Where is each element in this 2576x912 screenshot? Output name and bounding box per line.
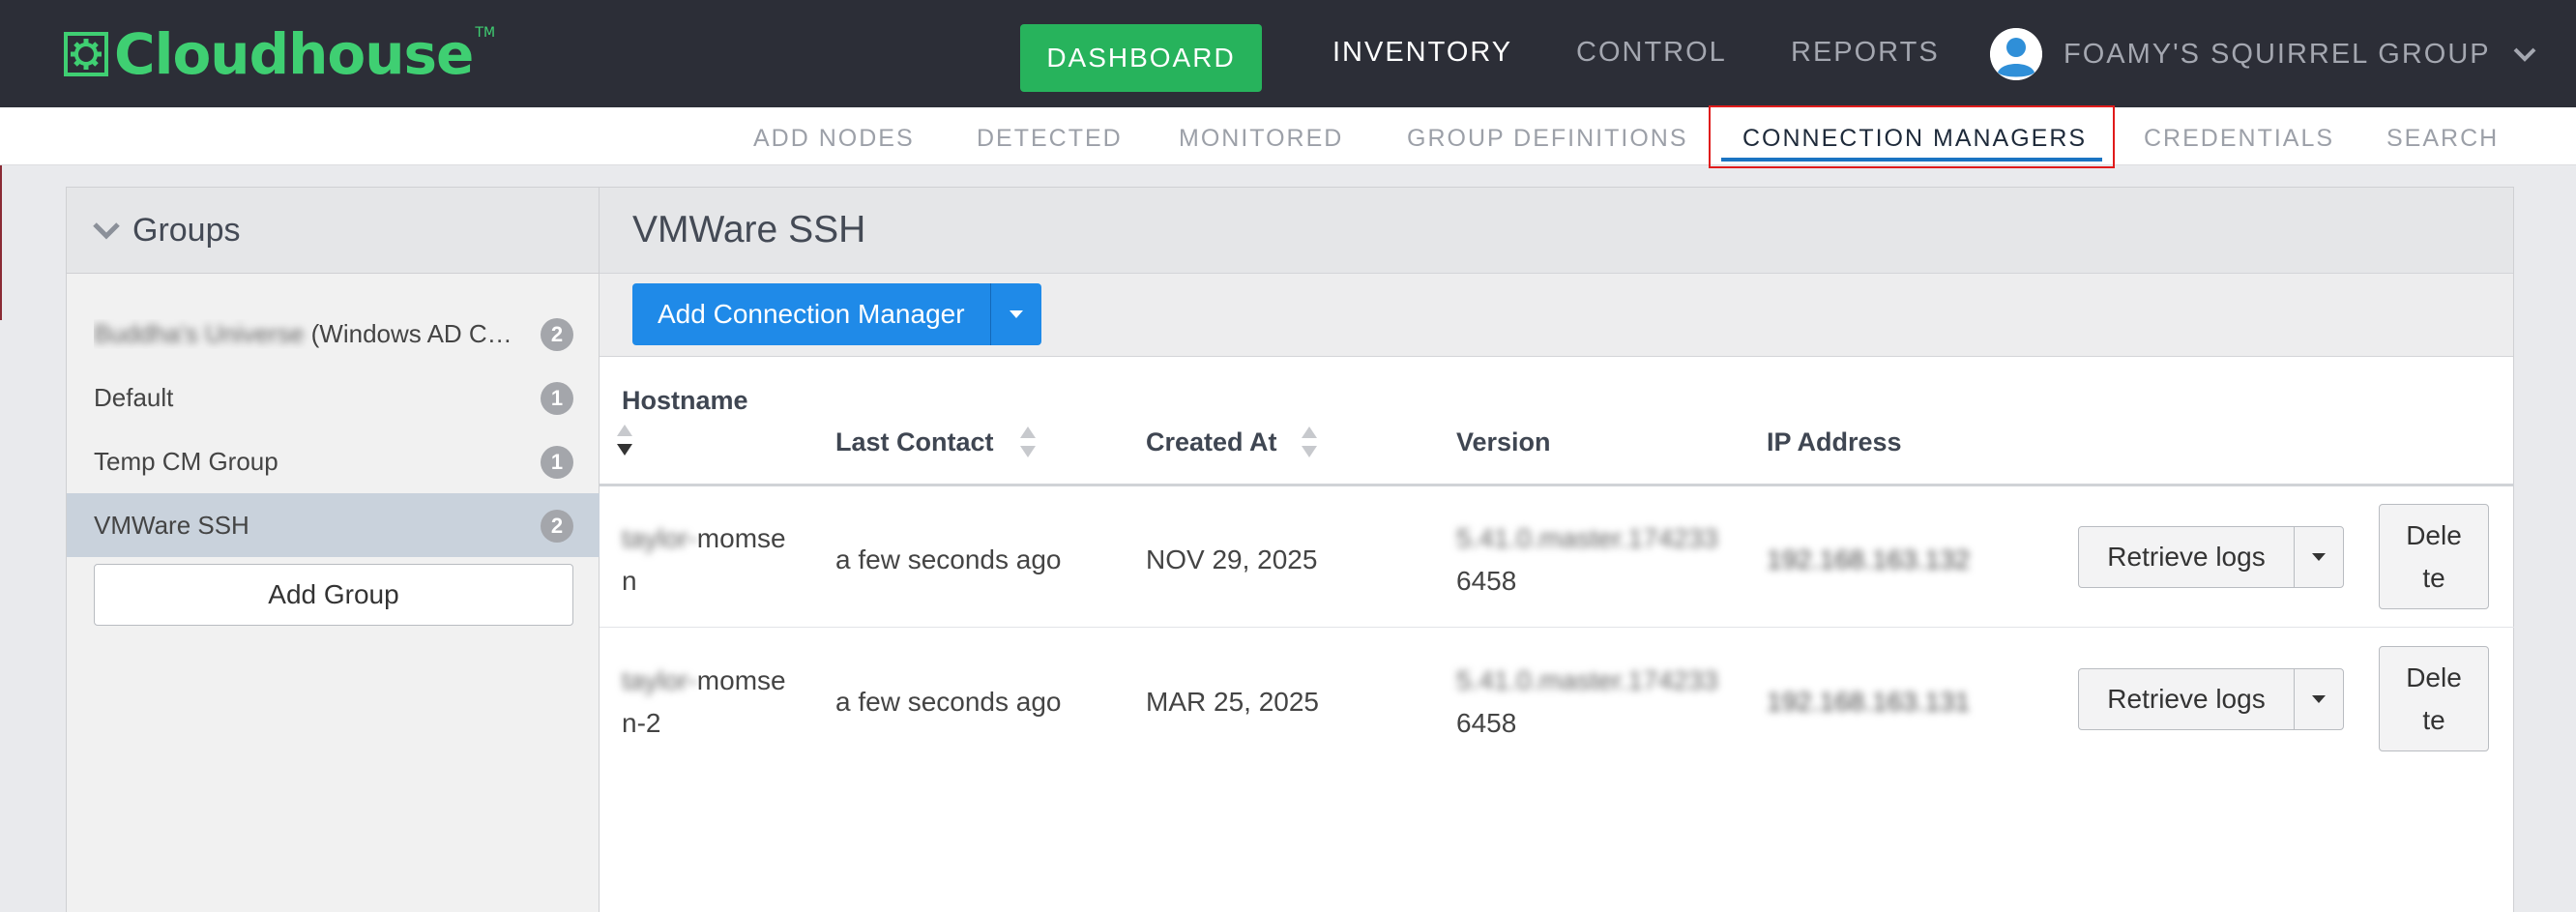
delete-button[interactable]: Dele te — [2379, 646, 2489, 751]
col-hostname[interactable]: Hostname — [622, 386, 748, 416]
col-created-at[interactable]: Created At — [1146, 427, 1277, 457]
sort-desc-icon[interactable] — [616, 423, 633, 461]
subnav-detected[interactable]: DETECTED — [977, 125, 1123, 153]
group-name: Temp CM Group — [94, 447, 278, 476]
group-item[interactable]: Default 1 — [67, 366, 600, 429]
retrieve-logs-button[interactable]: Retrieve logs — [2079, 527, 2295, 587]
table-header-divider — [600, 484, 2514, 486]
cell-hostname: taylor-momse n — [622, 523, 786, 596]
sub-navbar: ADD NODES DETECTED MONITORED GROUP DEFIN… — [0, 107, 2576, 165]
group-count-badge: 2 — [541, 510, 573, 543]
group-count-badge: 1 — [541, 382, 573, 415]
cell-hostname: taylor-momse n-2 — [622, 665, 786, 738]
caret-down-icon[interactable] — [2295, 669, 2343, 729]
cell-last-contact: a few seconds ago — [835, 544, 1062, 574]
col-version: Version — [1456, 427, 1551, 456]
subnav-monitored[interactable]: MONITORED — [1179, 125, 1343, 153]
top-navbar: Cloudhouse TM DASHBOARD INVENTORY CONTRO… — [0, 0, 2576, 108]
groups-title: Groups — [132, 211, 241, 249]
panel-title: VMWare SSH — [632, 209, 866, 250]
delete-button[interactable]: Dele te — [2379, 504, 2489, 609]
nav-control[interactable]: CONTROL — [1576, 37, 1727, 69]
cell-ip-address: 192.168.163.131 — [1767, 687, 1971, 717]
sort-icon[interactable] — [1301, 425, 1318, 463]
chevron-down-icon — [93, 222, 120, 240]
group-name: Default — [94, 383, 174, 412]
cell-created-at: MAR 25, 2025 — [1146, 687, 1319, 717]
cell-last-contact: a few seconds ago — [835, 687, 1062, 717]
groups-header[interactable]: Groups — [67, 188, 599, 274]
group-count-badge: 2 — [541, 318, 573, 351]
col-last-contact[interactable]: Last Contact — [835, 427, 994, 457]
connection-managers-panel: VMWare SSH Add Connection Manager Hostna… — [600, 187, 2514, 912]
col-ip-address: IP Address — [1767, 427, 1902, 456]
user-group-name: FOAMY'S SQUIRREL GROUP — [2064, 38, 2491, 70]
caret-down-icon[interactable] — [2295, 527, 2343, 587]
retrieve-logs-button[interactable]: Retrieve logs — [2079, 669, 2295, 729]
subnav-credentials[interactable]: CREDENTIALS — [2144, 125, 2334, 153]
row-divider — [600, 627, 2514, 628]
cell-version: 5.41.0.master.174233 6458 — [1456, 523, 1718, 596]
retrieve-logs-split-button[interactable]: Retrieve logs — [2078, 526, 2344, 588]
panel-header: VMWare SSH — [600, 188, 2513, 274]
group-item[interactable]: Buddha's Universe (Windows AD C… 2 — [67, 302, 600, 366]
cell-version: 5.41.0.master.174233 6458 — [1456, 665, 1718, 738]
cell-created-at: NOV 29, 2025 — [1146, 544, 1318, 574]
group-name: VMWare SSH — [94, 511, 249, 540]
brand-name: Cloudhouse — [114, 21, 474, 87]
chevron-down-icon — [2513, 47, 2536, 62]
gear-logo-icon — [64, 32, 108, 76]
groups-panel: Groups Buddha's Universe (Windows AD C… … — [66, 187, 600, 912]
nav-dashboard-button[interactable]: DASHBOARD — [1020, 24, 1262, 92]
group-item[interactable]: Temp CM Group 1 — [67, 429, 600, 493]
group-count-badge: 1 — [541, 446, 573, 479]
caret-down-icon[interactable] — [989, 283, 1041, 345]
avatar-icon — [1990, 28, 2042, 80]
user-menu[interactable]: FOAMY'S SQUIRREL GROUP — [1990, 27, 2537, 81]
brand-trademark: TM — [475, 25, 496, 41]
add-group-button[interactable]: Add Group — [94, 564, 573, 626]
brand-logo[interactable]: Cloudhouse TM — [64, 21, 495, 87]
nav-inventory[interactable]: INVENTORY — [1332, 37, 1512, 69]
highlight-annotation — [1709, 105, 2115, 168]
add-connection-manager-button[interactable]: Add Connection Manager — [632, 283, 990, 345]
subnav-search[interactable]: SEARCH — [2386, 125, 2499, 153]
retrieve-logs-split-button[interactable]: Retrieve logs — [2078, 668, 2344, 730]
cell-ip-address: 192.168.163.132 — [1767, 544, 1971, 574]
subnav-add-nodes[interactable]: ADD NODES — [753, 125, 915, 153]
subnav-group-definitions[interactable]: GROUP DEFINITIONS — [1407, 125, 1688, 153]
group-name: Buddha's Universe (Windows AD C… — [94, 319, 512, 348]
panel-toolbar: Add Connection Manager — [600, 274, 2513, 357]
group-item-selected[interactable]: VMWare SSH 2 — [67, 493, 600, 557]
nav-reports[interactable]: REPORTS — [1791, 37, 1940, 69]
sort-icon[interactable] — [1019, 425, 1037, 463]
add-connection-manager-split-button[interactable]: Add Connection Manager — [632, 283, 1041, 345]
